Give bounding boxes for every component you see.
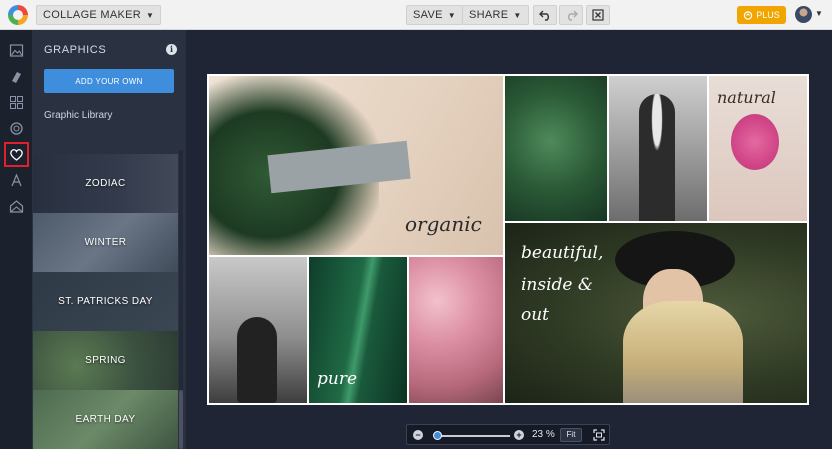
rail-item-layouts[interactable] [4, 90, 29, 115]
caption-beautiful-line3: out [521, 305, 550, 325]
plus-upgrade-button[interactable]: PLUS [737, 6, 786, 24]
zoom-slider-track[interactable] [434, 435, 510, 437]
photo-cell-organic[interactable]: organic [209, 76, 503, 255]
peony-shape [731, 114, 779, 170]
rail-item-frames[interactable] [4, 116, 29, 141]
rail-item-photos[interactable] [4, 38, 29, 63]
photo-cell-natural[interactable]: natural [709, 76, 807, 221]
save-button[interactable]: SAVE ▼ [406, 5, 463, 25]
photo-cell-blossoms[interactable] [409, 257, 503, 403]
collage-maker-dropdown[interactable]: COLLAGE MAKER ▼ [36, 5, 162, 25]
tile-label: WINTER [84, 237, 127, 248]
brush-icon [12, 72, 21, 83]
tile-label: ZODIAC [85, 178, 126, 189]
heart-icon [10, 149, 23, 161]
share-label: SHARE [469, 9, 509, 21]
app-logo-icon[interactable] [8, 5, 28, 25]
circle-icon [10, 122, 23, 135]
tile-label: ST. PATRICKS DAY [58, 296, 153, 307]
rail-item-text[interactable] [4, 168, 29, 193]
zoom-out-button[interactable]: − [413, 430, 423, 440]
tile-label: EARTH DAY [75, 414, 136, 425]
graphic-library-label: Graphic Library [44, 110, 113, 121]
rail-item-edit[interactable] [4, 64, 29, 89]
text-icon [11, 173, 22, 187]
fit-button[interactable]: Fit [560, 428, 582, 442]
redo-icon [567, 10, 578, 21]
zoom-value: 23 % [532, 429, 555, 440]
photo-cell-woman-bw[interactable] [609, 76, 707, 221]
tile-zodiac[interactable]: ZODIAC [33, 154, 178, 213]
graphics-panel: GRAPHICS i ADD YOUR OWN Graphic Library … [33, 30, 186, 449]
plus-label: PLUS [756, 10, 780, 20]
collage: organic natural pure beautiful, inside &… [207, 74, 809, 405]
info-icon[interactable]: i [166, 44, 177, 55]
scrollbar-thumb[interactable] [179, 390, 183, 449]
tile-spring[interactable]: SPRING [33, 331, 178, 390]
crown-icon [744, 10, 753, 20]
top-bar: COLLAGE MAKER ▼ SAVE ▼ SHARE ▼ PLUS ▼ [0, 0, 832, 30]
tile-earth-day[interactable]: EARTH DAY [33, 390, 178, 449]
chevron-down-icon: ▼ [513, 10, 522, 20]
caption-pure: pure [317, 369, 358, 389]
chevron-down-icon[interactable]: ▼ [815, 9, 823, 18]
zoom-slider-handle[interactable] [433, 431, 442, 440]
chevron-down-icon: ▼ [146, 10, 155, 20]
rail-item-textures[interactable] [4, 194, 29, 219]
save-label: SAVE [413, 9, 443, 21]
chevron-down-icon: ▼ [447, 10, 456, 20]
avatar[interactable] [795, 6, 812, 23]
add-your-own-button[interactable]: ADD YOUR OWN [44, 69, 174, 93]
photo-cell-beautiful[interactable]: beautiful, inside & out [505, 223, 807, 403]
zoom-bar: − + 23 % Fit [406, 424, 610, 445]
tile-winter[interactable]: WINTER [33, 213, 178, 272]
fullscreen-icon[interactable] [593, 429, 605, 441]
photo-cell-dancer-bw[interactable] [209, 257, 307, 403]
panel-title: GRAPHICS [44, 44, 107, 56]
caption-organic: organic [405, 212, 482, 236]
texture-icon [9, 200, 24, 213]
photo-cell-plant[interactable] [505, 76, 607, 221]
caption-natural: natural [717, 88, 776, 107]
zoom-in-button[interactable]: + [514, 430, 524, 440]
figure-shape [639, 94, 675, 221]
tile-st-patricks-day[interactable]: ST. PATRICKS DAY [33, 272, 178, 331]
photo-cell-pure[interactable]: pure [309, 257, 407, 403]
close-box-icon [592, 9, 604, 21]
layout-grid-icon [10, 96, 23, 109]
redo-button[interactable] [559, 5, 583, 25]
tool-rail [0, 30, 33, 449]
rail-item-graphics[interactable] [4, 142, 29, 167]
clear-button[interactable] [586, 5, 610, 25]
figure-shape [237, 317, 277, 403]
image-icon [9, 44, 24, 57]
undo-icon [538, 10, 549, 21]
caption-beautiful-line1: beautiful, [521, 243, 604, 263]
share-button[interactable]: SHARE ▼ [462, 5, 529, 25]
caption-beautiful-line2: inside & [521, 275, 594, 295]
undo-button[interactable] [533, 5, 557, 25]
hair-shape [623, 301, 743, 403]
collage-maker-label: COLLAGE MAKER [43, 9, 142, 21]
tile-label: SPRING [85, 355, 126, 366]
